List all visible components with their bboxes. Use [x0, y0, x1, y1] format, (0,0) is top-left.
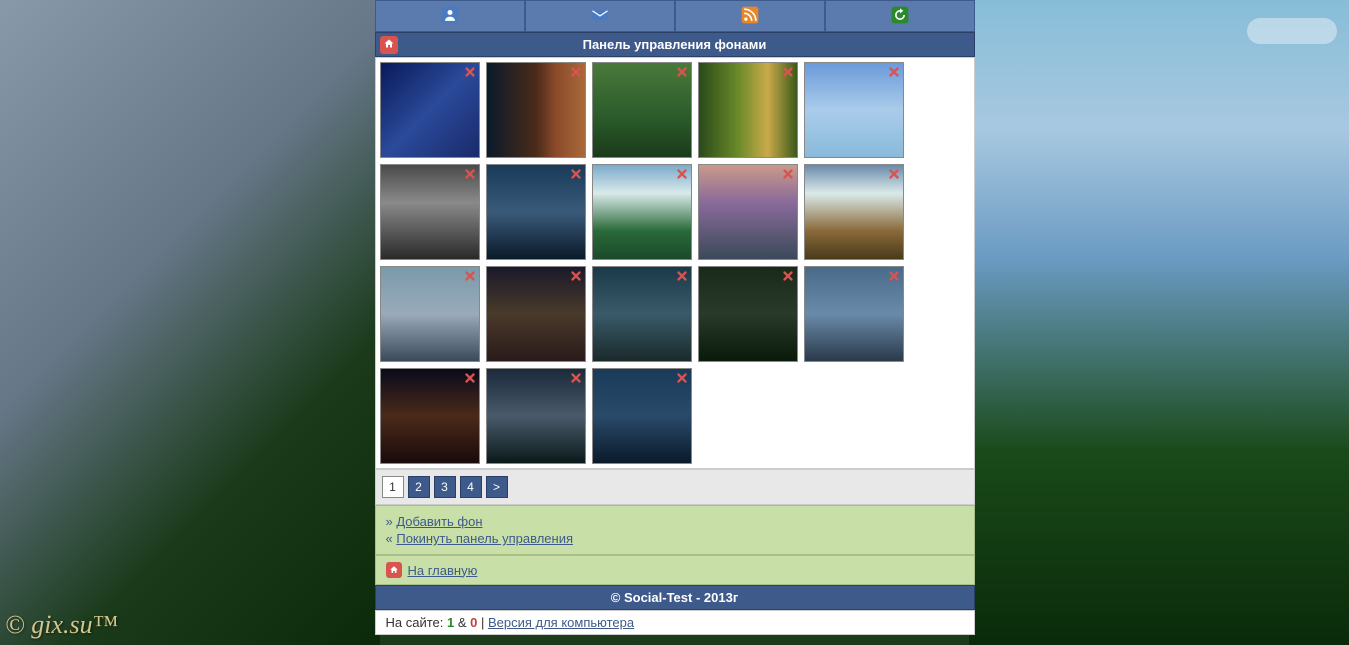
thumbnail[interactable]: [486, 368, 586, 464]
thumbnail[interactable]: [380, 266, 480, 362]
thumbnail[interactable]: [592, 164, 692, 260]
stats-label: На сайте:: [386, 615, 447, 630]
delete-button[interactable]: [463, 167, 477, 181]
delete-icon: [675, 269, 689, 283]
delete-icon: [463, 65, 477, 79]
thumbnail[interactable]: [698, 62, 798, 158]
thumbnail[interactable]: [804, 164, 904, 260]
desktop-version-link[interactable]: Версия для компьютера: [488, 615, 634, 630]
nav-messages[interactable]: [525, 0, 675, 32]
watermark: © gix.su™: [5, 610, 118, 640]
page-3[interactable]: 3: [434, 476, 456, 498]
delete-button[interactable]: [887, 65, 901, 79]
delete-icon: [569, 371, 583, 385]
delete-button[interactable]: [569, 167, 583, 181]
delete-icon: [675, 167, 689, 181]
thumbnail[interactable]: [486, 266, 586, 362]
thumbnail[interactable]: [804, 266, 904, 362]
titlebar-text: Панель управления фонами: [583, 37, 767, 52]
leave-prefix: «: [386, 531, 397, 546]
delete-button[interactable]: [675, 371, 689, 385]
top-navigation: [375, 0, 975, 32]
delete-button[interactable]: [781, 167, 795, 181]
thumbnail[interactable]: [380, 368, 480, 464]
footer-text: © Social-Test - 2013г: [611, 590, 738, 605]
delete-icon: [781, 167, 795, 181]
delete-icon: [887, 65, 901, 79]
delete-icon: [463, 371, 477, 385]
delete-icon: [569, 269, 583, 283]
action-links: » Добавить фон « Покинуть панель управле…: [375, 505, 975, 555]
add-row: » Добавить фон: [386, 514, 964, 529]
delete-icon: [887, 167, 901, 181]
titlebar-home-button[interactable]: [380, 36, 398, 54]
delete-icon: [781, 269, 795, 283]
mail-icon: [590, 5, 610, 28]
thumbnail[interactable]: [380, 164, 480, 260]
delete-button[interactable]: [463, 269, 477, 283]
delete-icon: [675, 371, 689, 385]
footer: © Social-Test - 2013г: [375, 585, 975, 610]
thumbnail[interactable]: [804, 62, 904, 158]
delete-button[interactable]: [675, 65, 689, 79]
delete-icon: [463, 167, 477, 181]
rss-icon: [740, 5, 760, 28]
titlebar: Панель управления фонами: [375, 32, 975, 57]
delete-icon: [569, 167, 583, 181]
add-prefix: »: [386, 514, 397, 529]
thumbnail[interactable]: [380, 62, 480, 158]
delete-button[interactable]: [463, 371, 477, 385]
delete-icon: [569, 65, 583, 79]
thumbnail[interactable]: [592, 62, 692, 158]
delete-button[interactable]: [463, 65, 477, 79]
stats-amp: &: [454, 615, 470, 630]
delete-icon: [781, 65, 795, 79]
delete-button[interactable]: [569, 65, 583, 79]
nav-refresh[interactable]: [825, 0, 975, 32]
background-right: [969, 0, 1349, 645]
add-background-link[interactable]: Добавить фон: [396, 514, 482, 529]
delete-button[interactable]: [569, 269, 583, 283]
delete-button[interactable]: [781, 269, 795, 283]
stats-bar: На сайте: 1 & 0 | Версия для компьютера: [375, 610, 975, 635]
refresh-icon: [890, 5, 910, 28]
thumbnail[interactable]: [592, 266, 692, 362]
thumbnail-grid: [380, 62, 970, 464]
delete-icon: [463, 269, 477, 283]
delete-button[interactable]: [675, 167, 689, 181]
thumbnail[interactable]: [698, 164, 798, 260]
thumbnail[interactable]: [698, 266, 798, 362]
top-right-pill: [1247, 18, 1337, 44]
pagination: 1234>: [375, 469, 975, 505]
leave-row: « Покинуть панель управления: [386, 531, 964, 546]
delete-button[interactable]: [887, 167, 901, 181]
home-icon-small: [386, 562, 402, 578]
delete-button[interactable]: [675, 269, 689, 283]
delete-button[interactable]: [569, 371, 583, 385]
delete-button[interactable]: [887, 269, 901, 283]
stats-sep: |: [477, 615, 488, 630]
home-link-box: На главную: [375, 555, 975, 585]
nav-profile[interactable]: [375, 0, 525, 32]
delete-icon: [887, 269, 901, 283]
background-left: [0, 0, 380, 645]
page-2[interactable]: 2: [408, 476, 430, 498]
thumbnail[interactable]: [486, 62, 586, 158]
main-container: Панель управления фонами 1234> » Добавит…: [375, 0, 975, 635]
delete-icon: [675, 65, 689, 79]
nav-rss[interactable]: [675, 0, 825, 32]
thumbnail[interactable]: [486, 164, 586, 260]
profile-icon: [440, 5, 460, 28]
page-4[interactable]: 4: [460, 476, 482, 498]
gallery: [375, 57, 975, 469]
page-1[interactable]: 1: [382, 476, 404, 498]
thumbnail[interactable]: [592, 368, 692, 464]
page-next[interactable]: >: [486, 476, 508, 498]
leave-panel-link[interactable]: Покинуть панель управления: [396, 531, 573, 546]
home-icon: [383, 38, 395, 53]
delete-button[interactable]: [781, 65, 795, 79]
home-link[interactable]: На главную: [408, 563, 478, 578]
